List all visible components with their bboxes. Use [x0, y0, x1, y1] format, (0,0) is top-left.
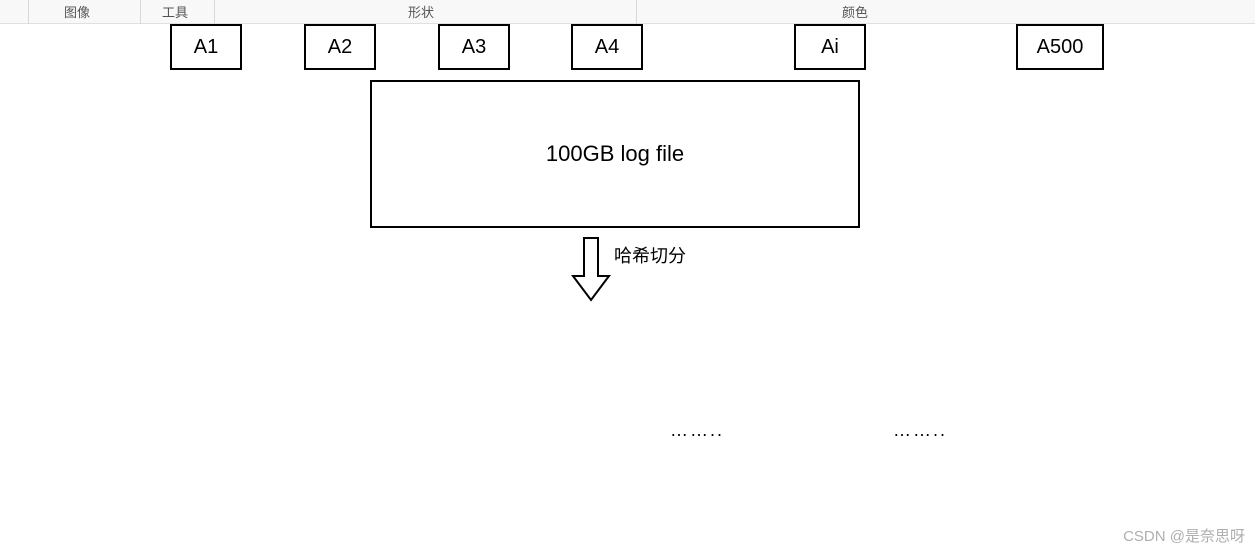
ellipsis-2: ……..: [893, 420, 947, 441]
down-arrow-icon: [569, 236, 613, 304]
split-box-ai: Ai: [794, 24, 866, 70]
main-log-file-label: 100GB log file: [546, 141, 684, 167]
tab-color[interactable]: 颜色: [842, 2, 868, 21]
split-box-label: Ai: [821, 36, 839, 59]
toolbar-separator: [636, 0, 637, 24]
toolbar-separator: [214, 0, 215, 24]
tab-shape[interactable]: 形状: [408, 2, 434, 21]
main-log-file-box: 100GB log file: [370, 80, 860, 228]
split-box-a3: A3: [438, 24, 510, 70]
split-box-a4: A4: [571, 24, 643, 70]
watermark: CSDN @是奈思呀: [1123, 525, 1245, 546]
split-box-a2: A2: [304, 24, 376, 70]
tab-tools[interactable]: 工具: [162, 2, 188, 21]
diagram-canvas: 100GB log file 哈希切分 A1 A2 A3 A4 …….. Ai …: [0, 24, 1255, 552]
split-box-label: A3: [462, 36, 486, 59]
toolbar: 图像 工具 形状 颜色: [0, 0, 1255, 24]
split-box-label: A2: [328, 36, 352, 59]
split-box-a500: A500: [1016, 24, 1104, 70]
split-box-label: A1: [194, 36, 218, 59]
split-box-label: A500: [1037, 36, 1084, 59]
arrow-label: 哈希切分: [614, 242, 686, 268]
split-box-a1: A1: [170, 24, 242, 70]
toolbar-separator: [28, 0, 29, 24]
toolbar-separator: [140, 0, 141, 24]
split-box-label: A4: [595, 36, 619, 59]
ellipsis-1: ……..: [670, 420, 724, 441]
tab-image[interactable]: 图像: [64, 2, 90, 21]
